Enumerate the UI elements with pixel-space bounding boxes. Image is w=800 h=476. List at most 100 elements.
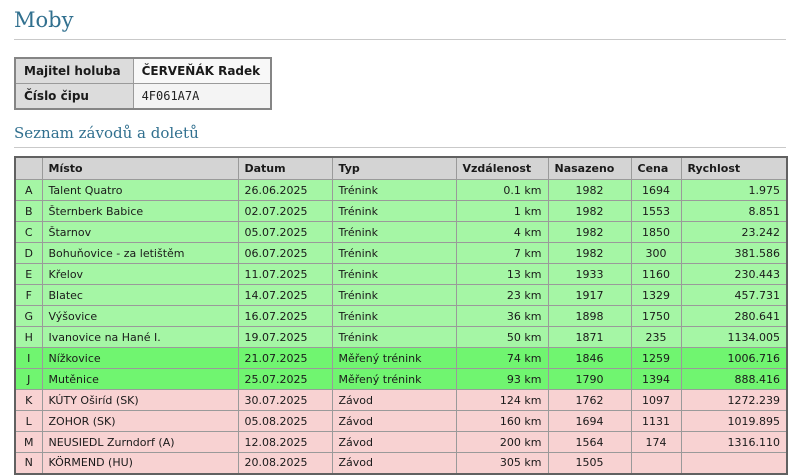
chip-label: Číslo čipu [15, 84, 133, 110]
page-title: Moby [14, 6, 786, 40]
cell-datum: 11.07.2025 [238, 264, 332, 285]
cell-typ: Závod [332, 432, 456, 453]
cell-rychlost: 1134.005 [681, 327, 787, 348]
cell-letter: B [15, 201, 42, 222]
chip-row: Číslo čipu 4F061A7A [15, 84, 271, 110]
cell-letter: M [15, 432, 42, 453]
cell-rychlost: 1019.895 [681, 411, 787, 432]
cell-misto: Talent Quatro [42, 180, 238, 201]
col-header-rychlost: Rychlost [681, 157, 787, 180]
cell-misto: Nížkovice [42, 348, 238, 369]
col-header-misto: Místo [42, 157, 238, 180]
cell-misto: Blatec [42, 285, 238, 306]
cell-typ: Trénink [332, 327, 456, 348]
cell-datum: 12.08.2025 [238, 432, 332, 453]
cell-cena: 1394 [631, 369, 681, 390]
cell-letter: I [15, 348, 42, 369]
cell-rychlost: 23.242 [681, 222, 787, 243]
section-title: Seznam závodů a doletů [14, 124, 786, 148]
cell-nasazeno: 1917 [548, 285, 631, 306]
col-header-cena: Cena [631, 157, 681, 180]
cell-typ: Měřený trénink [332, 348, 456, 369]
cell-misto: ZOHOR (SK) [42, 411, 238, 432]
cell-vzdalenost: 13 km [456, 264, 548, 285]
cell-rychlost: 1006.716 [681, 348, 787, 369]
cell-cena: 1329 [631, 285, 681, 306]
cell-datum: 05.07.2025 [238, 222, 332, 243]
cell-nasazeno: 1564 [548, 432, 631, 453]
race-row-F: FBlatec14.07.2025Trénink23 km19171329457… [15, 285, 787, 306]
cell-letter: F [15, 285, 42, 306]
cell-nasazeno: 1505 [548, 453, 631, 474]
cell-rychlost: 280.641 [681, 306, 787, 327]
races-header-row: MístoDatumTypVzdálenostNasazenoCenaRychl… [15, 157, 787, 180]
cell-nasazeno: 1762 [548, 390, 631, 411]
cell-cena: 235 [631, 327, 681, 348]
cell-cena: 1850 [631, 222, 681, 243]
cell-rychlost: 381.586 [681, 243, 787, 264]
race-row-B: BŠternberk Babice02.07.2025Trénink1 km19… [15, 201, 787, 222]
cell-cena [631, 453, 681, 474]
race-row-H: HIvanovice na Hané I.19.07.2025Trénink50… [15, 327, 787, 348]
cell-vzdalenost: 93 km [456, 369, 548, 390]
cell-nasazeno: 1982 [548, 222, 631, 243]
race-row-M: MNEUSIEDL Zurndorf (A)12.08.2025Závod200… [15, 432, 787, 453]
cell-misto: Štarnov [42, 222, 238, 243]
cell-misto: Výšovice [42, 306, 238, 327]
cell-datum: 16.07.2025 [238, 306, 332, 327]
cell-cena: 1553 [631, 201, 681, 222]
cell-vzdalenost: 36 km [456, 306, 548, 327]
cell-nasazeno: 1982 [548, 243, 631, 264]
page: Moby Majitel holuba ČERVEŇÁK Radek Číslo… [0, 0, 800, 475]
cell-nasazeno: 1846 [548, 348, 631, 369]
cell-misto: KÖRMEND (HU) [42, 453, 238, 474]
cell-rychlost [681, 453, 787, 474]
col-header-vzdalenost: Vzdálenost [456, 157, 548, 180]
cell-nasazeno: 1898 [548, 306, 631, 327]
cell-rychlost: 230.443 [681, 264, 787, 285]
cell-datum: 25.07.2025 [238, 369, 332, 390]
race-row-K: KKÚTY Oširíd (SK)30.07.2025Závod124 km17… [15, 390, 787, 411]
cell-datum: 06.07.2025 [238, 243, 332, 264]
cell-vzdalenost: 305 km [456, 453, 548, 474]
cell-datum: 20.08.2025 [238, 453, 332, 474]
cell-misto: NEUSIEDL Zurndorf (A) [42, 432, 238, 453]
cell-nasazeno: 1982 [548, 180, 631, 201]
cell-rychlost: 1316.110 [681, 432, 787, 453]
cell-vzdalenost: 74 km [456, 348, 548, 369]
cell-typ: Trénink [332, 201, 456, 222]
cell-rychlost: 888.416 [681, 369, 787, 390]
cell-letter: D [15, 243, 42, 264]
cell-datum: 05.08.2025 [238, 411, 332, 432]
cell-datum: 14.07.2025 [238, 285, 332, 306]
race-row-I: INížkovice21.07.2025Měřený trénink74 km1… [15, 348, 787, 369]
cell-vzdalenost: 0.1 km [456, 180, 548, 201]
owner-row: Majitel holuba ČERVEŇÁK Radek [15, 58, 271, 84]
cell-letter: N [15, 453, 42, 474]
col-header-nasazeno: Nasazeno [548, 157, 631, 180]
race-row-L: LZOHOR (SK)05.08.2025Závod160 km16941131… [15, 411, 787, 432]
owner-value: ČERVEŇÁK Radek [133, 58, 271, 84]
race-row-J: JMutěnice25.07.2025Měřený trénink93 km17… [15, 369, 787, 390]
cell-letter: J [15, 369, 42, 390]
cell-typ: Závod [332, 390, 456, 411]
cell-letter: G [15, 306, 42, 327]
cell-misto: Křelov [42, 264, 238, 285]
cell-misto: Šternberk Babice [42, 201, 238, 222]
cell-typ: Závod [332, 411, 456, 432]
cell-vzdalenost: 124 km [456, 390, 548, 411]
cell-cena: 1750 [631, 306, 681, 327]
cell-vzdalenost: 50 km [456, 327, 548, 348]
cell-typ: Trénink [332, 264, 456, 285]
cell-nasazeno: 1694 [548, 411, 631, 432]
cell-vzdalenost: 1 km [456, 201, 548, 222]
cell-datum: 02.07.2025 [238, 201, 332, 222]
cell-cena: 300 [631, 243, 681, 264]
race-row-D: DBohuňovice - za letištěm06.07.2025Tréni… [15, 243, 787, 264]
cell-cena: 1097 [631, 390, 681, 411]
cell-typ: Trénink [332, 306, 456, 327]
cell-nasazeno: 1871 [548, 327, 631, 348]
cell-datum: 30.07.2025 [238, 390, 332, 411]
race-row-N: NKÖRMEND (HU)20.08.2025Závod305 km1505 [15, 453, 787, 474]
cell-letter: A [15, 180, 42, 201]
